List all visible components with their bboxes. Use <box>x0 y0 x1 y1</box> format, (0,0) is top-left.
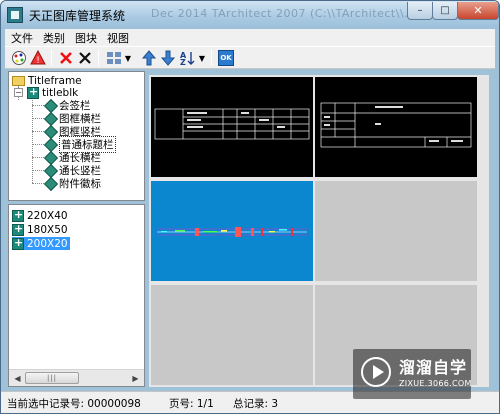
titleblock-drawing <box>157 227 307 237</box>
list-item-label: 180X50 <box>27 223 68 236</box>
folder-icon <box>12 75 25 86</box>
minimize-button[interactable]: – <box>407 2 433 20</box>
status-record: 当前选中记录号: 00000098 <box>7 398 141 410</box>
menu-bar: 文件 类别 图块 视图 <box>5 29 495 46</box>
tree-connector <box>32 157 44 158</box>
collapse-toggle-icon[interactable]: − <box>14 88 23 97</box>
preview-cell-selected[interactable] <box>151 181 313 281</box>
titleblock-drawing <box>320 102 472 148</box>
diamond-icon <box>45 139 56 150</box>
watermark-name: 溜溜自学 <box>399 358 468 377</box>
tree-connector <box>32 118 44 119</box>
delete-red-x-icon[interactable] <box>58 50 74 66</box>
list-item[interactable]: 180X50 <box>12 222 70 236</box>
scroll-right-icon[interactable]: ▶ <box>129 372 142 385</box>
block-icon <box>27 85 39 99</box>
move-up-icon[interactable] <box>141 50 157 66</box>
watermark-url: ZIXUE.3066.COM <box>399 379 472 388</box>
status-total: 总记录: 3 <box>233 398 279 410</box>
tree-connector <box>32 183 44 184</box>
preview-cell-empty[interactable] <box>151 285 313 385</box>
scroll-thumb[interactable]: ||| <box>25 372 79 384</box>
window-title: 天正图库管理系统 <box>29 9 126 23</box>
menu-category[interactable]: 类别 <box>43 30 65 46</box>
maximize-button[interactable]: □ <box>432 2 458 20</box>
palette-icon[interactable] <box>11 50 27 66</box>
toolbar-separator <box>98 50 99 66</box>
menu-view[interactable]: 视图 <box>107 30 129 46</box>
delete-black-x-icon[interactable] <box>77 50 93 66</box>
diamond-icon <box>45 100 56 111</box>
tree-connector <box>32 131 44 132</box>
horizontal-scrollbar[interactable]: ◀ ||| ▶ <box>9 369 144 386</box>
titleblock-drawing <box>154 108 310 140</box>
menu-file[interactable]: 文件 <box>11 30 33 46</box>
preview-cell-empty[interactable] <box>315 181 477 281</box>
scroll-left-icon[interactable]: ◀ <box>11 372 24 385</box>
list-item[interactable]: 220X40 <box>12 208 70 222</box>
watermark: 溜溜自学 ZIXUE.3066.COM <box>353 349 471 399</box>
diamond-icon <box>45 152 56 163</box>
preview-cell[interactable] <box>151 77 313 177</box>
chevron-down-icon[interactable]: ▼ <box>124 50 132 66</box>
tree-leaf-label: 附件徽标 <box>59 178 101 190</box>
diamond-icon <box>45 178 56 189</box>
menu-block[interactable]: 图块 <box>75 30 97 46</box>
preview-grid <box>149 75 489 387</box>
list-item-selected[interactable]: 200X20 <box>12 236 70 250</box>
move-down-icon[interactable] <box>160 50 176 66</box>
svg-text:!: ! <box>36 56 40 66</box>
title-bar: 天正图库管理系统 Dec 2014 TArchitect 2007 (C:\\T… <box>1 1 499 29</box>
status-page: 页号: 1/1 <box>169 398 214 410</box>
block-list: 220X40 180X50 200X20 ◀ ||| ▶ <box>8 204 145 387</box>
background-window-text: Dec 2014 TArchitect 2007 (C:\\TArchitect… <box>151 7 421 20</box>
block-icon <box>12 208 24 222</box>
list-item-label: 220X40 <box>27 209 68 222</box>
tree-node-label: titleblk <box>42 86 79 99</box>
block-icon <box>12 222 24 236</box>
tree-connector <box>32 170 44 171</box>
diamond-icon <box>45 165 56 176</box>
play-logo-icon <box>361 357 391 387</box>
list-item-label: 200X20 <box>27 237 68 250</box>
app-window: 天正图库管理系统 Dec 2014 TArchitect 2007 (C:\\T… <box>0 0 500 414</box>
view-mode-icon[interactable] <box>106 50 122 66</box>
tree-leaf[interactable]: 附件徽标 <box>45 177 101 190</box>
svg-text:Z: Z <box>180 58 186 66</box>
tree-connector <box>32 144 44 145</box>
diamond-icon <box>45 113 56 124</box>
app-icon <box>7 7 23 23</box>
toolbar: ! ▼ AZ ▼ OK <box>5 46 495 69</box>
sort-az-icon[interactable]: AZ <box>179 50 195 66</box>
block-icon <box>12 236 24 250</box>
chevron-down-icon[interactable]: ▼ <box>198 50 206 66</box>
preview-cell[interactable] <box>315 77 477 177</box>
diamond-icon <box>45 126 56 137</box>
toolbar-separator <box>51 50 52 66</box>
ok-icon[interactable]: OK <box>218 50 234 66</box>
tree-connector <box>32 105 44 106</box>
warning-icon[interactable]: ! <box>30 50 46 66</box>
close-button[interactable]: ✕ <box>457 2 499 20</box>
category-tree: Titleframe − titleblk 会签栏 图框横栏 图框竖栏 普通标题… <box>8 71 145 201</box>
toolbar-separator <box>211 50 212 66</box>
